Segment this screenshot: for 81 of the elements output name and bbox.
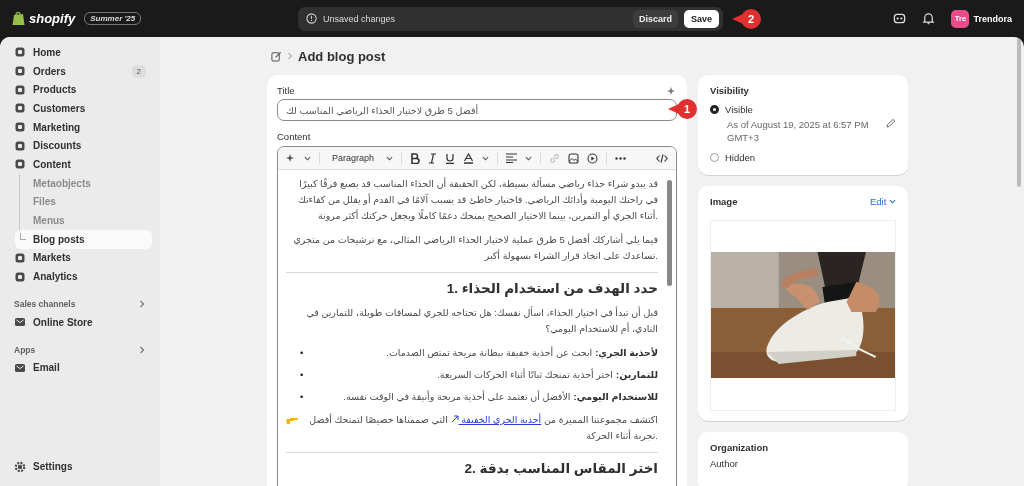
settings-item[interactable]: Settings bbox=[8, 457, 152, 476]
section-heading: 1. حدد الهدف من استخدام الحذاء bbox=[445, 280, 658, 299]
external-link-icon bbox=[450, 415, 459, 423]
sidebar-item[interactable]: Email bbox=[8, 358, 152, 378]
sidebar-item[interactable]: Home bbox=[8, 43, 152, 62]
breadcrumb-chevron-icon bbox=[287, 52, 293, 60]
underline-icon[interactable] bbox=[445, 152, 455, 164]
shopping-bag-icon bbox=[12, 11, 25, 26]
list-item-label: للاستخدام اليومي: bbox=[573, 390, 658, 405]
section-heading: Apps bbox=[14, 344, 36, 355]
list-bullet: • bbox=[300, 346, 304, 360]
alert-icon bbox=[306, 13, 317, 24]
caret-icon[interactable] bbox=[482, 154, 489, 162]
field-label: Author bbox=[710, 458, 739, 469]
field-label: Content bbox=[277, 131, 312, 142]
unsaved-changes-text: Unsaved changes bbox=[323, 13, 397, 24]
shopify-logo[interactable]: shopify bbox=[29, 11, 76, 26]
discard-button[interactable]: Discard bbox=[632, 9, 678, 28]
radio-label[interactable]: Visible bbox=[725, 104, 753, 115]
list-item-label: لأحذية الجري: bbox=[595, 346, 658, 361]
sidebar-item[interactable]: Products bbox=[8, 80, 152, 100]
radio-label[interactable]: Hidden bbox=[725, 152, 756, 163]
list-item-text: الأفضل أن تعتمد على أحذية مريحة وأنيقة في الوقت نفسه. bbox=[343, 389, 571, 404]
caret-icon[interactable] bbox=[304, 154, 311, 162]
page-title: Add blog post bbox=[298, 48, 386, 64]
block-style-dropdown[interactable]: Paragraph bbox=[332, 153, 378, 163]
code-icon[interactable] bbox=[656, 153, 668, 163]
caret-icon bbox=[889, 198, 896, 205]
scrollbar[interactable] bbox=[1016, 37, 1022, 187]
publish-date: As of August 19, 2025 at 6:57 PM GMT+3 bbox=[727, 118, 870, 144]
sidebar-subitem[interactable]: Blog posts bbox=[15, 229, 152, 249]
sidebar-item[interactable]: Marketing bbox=[8, 117, 152, 137]
sidebar-item[interactable]: Content bbox=[8, 155, 152, 174]
body-paragraph: قد يبدو شراء حذاء رياضي مسألة بسيطة، لكن الحقيقة أن الحذاء المناسب قد يصنع فرقًا كبيرًا في راحتك اليومية وأدائك الرياضي. فاختيار خاطئ قد يسبب آلامًا في القدم أو يقلل من كفاءتك أثناء الجري أو التمرين، بينما الاختيار الصحيح يمنحك دعمًا كاملًا ويجعل حركتك أكثر مرونة. bbox=[296, 176, 658, 223]
list-bullet: • bbox=[300, 390, 304, 404]
sparkle-icon[interactable] bbox=[667, 85, 677, 96]
sidebar-item[interactable]: Analytics bbox=[8, 267, 152, 286]
card-heading: Visibility bbox=[710, 85, 750, 96]
bold-icon[interactable] bbox=[410, 152, 420, 164]
chevron-right-icon[interactable] bbox=[138, 345, 146, 354]
card-heading: Image bbox=[710, 196, 738, 207]
list-item-text: ابحث عن أحذية خفيفة ببطانة مريحة تمتص الصدمات. bbox=[386, 345, 593, 360]
robot-icon[interactable] bbox=[893, 12, 907, 25]
edition-badge: Summer '25 bbox=[84, 12, 142, 25]
card-heading: Organization bbox=[710, 442, 770, 453]
body-paragraph: اكتشف مجموعتنا المميزة من أحذية الجري الخفيفة التي صممناها خصيصًا لتمنحك أفضل تجربة أثناء الحركة. bbox=[308, 412, 658, 443]
section-heading: Sales channels bbox=[14, 298, 76, 309]
product-link[interactable]: أحذية الجري الخفيفة bbox=[450, 414, 542, 425]
edit-icon[interactable] bbox=[271, 50, 282, 62]
pointing-hand-icon bbox=[286, 415, 298, 425]
list-item-text: اختر أحذية تمنحك ثباتًا أثناء الحركات السريعة. bbox=[437, 367, 613, 382]
edit-link[interactable]: Edit bbox=[870, 196, 896, 207]
chevron-right-icon[interactable] bbox=[138, 299, 146, 308]
gear-icon bbox=[14, 460, 26, 473]
italic-icon[interactable] bbox=[428, 152, 437, 164]
body-paragraph: فيما يلي أشاركك أفضل 5 طرق عملية لاختيار الحذاء الرياضي المثالي، مع ترشيحات من متجري تساعدك على اتخاذ قرار الشراء بسهولة أكبر. bbox=[292, 232, 658, 263]
rich-text-editor[interactable] bbox=[277, 146, 677, 486]
sidebar-item[interactable]: Orders 2 bbox=[8, 61, 152, 81]
caret-icon[interactable] bbox=[386, 154, 393, 162]
bell-icon[interactable] bbox=[922, 12, 936, 25]
list-item-label: للتمارين: bbox=[616, 368, 658, 383]
section-heading: 2. اختر المقاس المناسب بدقة bbox=[463, 460, 658, 478]
play-icon[interactable] bbox=[587, 152, 598, 164]
caret-icon[interactable] bbox=[525, 154, 532, 162]
radio-button[interactable] bbox=[710, 105, 719, 114]
list-bullet: • bbox=[300, 368, 304, 382]
count-badge: 2 bbox=[131, 64, 146, 78]
sidebar-item[interactable]: Online Store bbox=[8, 312, 152, 332]
field-label: Title bbox=[277, 85, 295, 96]
sidebar-item[interactable]: Markets bbox=[8, 248, 152, 268]
sparkle-icon[interactable] bbox=[286, 153, 296, 163]
body-paragraph: قبل أن تبدأ في اختيار الحذاء، اسأل نفسك: هل تحتاجه للجري لمسافات طويلة، للتمارين في النادي، أم للاستخدام اليومي؟ bbox=[305, 305, 658, 336]
text-color-icon[interactable] bbox=[463, 152, 474, 164]
align-icon[interactable] bbox=[506, 153, 517, 163]
store-name[interactable]: Trendora bbox=[973, 13, 1012, 24]
more-icon[interactable] bbox=[615, 156, 626, 160]
save-button[interactable]: Save bbox=[683, 9, 719, 28]
sidebar-item[interactable]: Customers bbox=[8, 99, 152, 118]
envelope-icon bbox=[14, 361, 26, 374]
pencil-icon[interactable] bbox=[886, 118, 896, 128]
sidebar-item[interactable]: Discounts bbox=[8, 136, 152, 156]
